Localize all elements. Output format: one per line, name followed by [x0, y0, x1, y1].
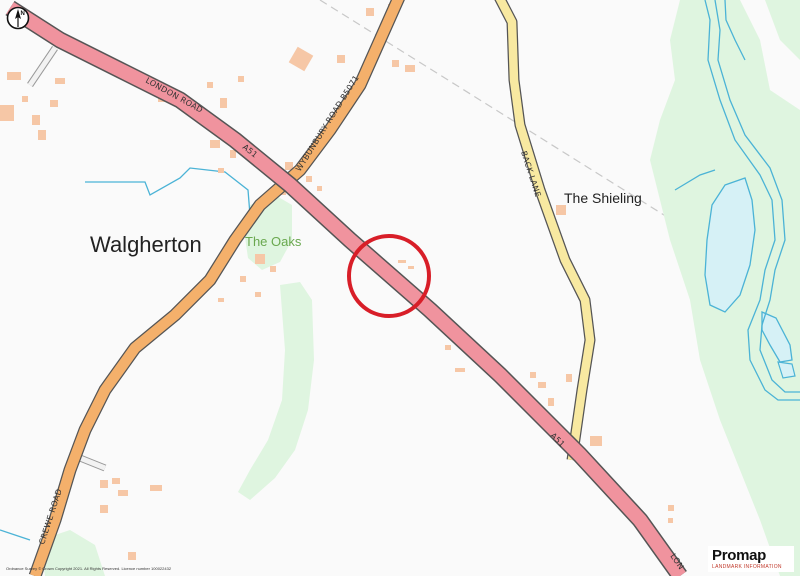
brand-name: Promap [712, 547, 767, 564]
building [38, 130, 46, 140]
building [538, 382, 546, 388]
brand-logo: Promap LANDMARK INFORMATION [708, 546, 794, 572]
north-arrow-icon: N [6, 6, 30, 30]
building [218, 168, 224, 173]
building [230, 150, 236, 158]
building [220, 98, 227, 108]
building [128, 552, 136, 560]
building [255, 254, 265, 264]
copyright-notice: Ordnance Survey © Crown Copyright 2021. … [6, 566, 172, 571]
building [445, 345, 451, 350]
building [366, 8, 374, 16]
building [50, 100, 58, 107]
building [392, 60, 399, 67]
building [100, 480, 108, 488]
building [22, 96, 28, 102]
place-label-walgherton: Walgherton [90, 232, 202, 257]
building [548, 398, 554, 406]
building [7, 72, 21, 80]
building [408, 266, 414, 269]
building [590, 436, 602, 446]
building [150, 485, 162, 491]
building [207, 82, 213, 88]
building [240, 276, 246, 282]
building [218, 298, 224, 302]
building [566, 374, 572, 382]
building [668, 505, 674, 511]
map-canvas[interactable]: LONDON ROAD A51 WYBUNBURY ROAD B5071 BAC… [0, 0, 800, 576]
brand-subtitle: LANDMARK INFORMATION [712, 564, 782, 570]
building [317, 186, 322, 191]
building [100, 505, 108, 513]
building [556, 205, 566, 215]
building [112, 478, 120, 484]
place-label-the-shieling: The Shieling [564, 190, 642, 206]
building [398, 260, 406, 263]
building [306, 176, 312, 182]
building [32, 115, 40, 125]
building [210, 140, 220, 148]
building [405, 65, 415, 72]
building [530, 372, 536, 378]
building [0, 105, 14, 121]
building [668, 518, 673, 523]
building [455, 368, 465, 372]
building [118, 490, 128, 496]
place-label-the-oaks: The Oaks [245, 234, 302, 249]
north-letter: N [21, 11, 25, 17]
building [55, 78, 65, 84]
building [255, 292, 261, 297]
building [238, 76, 244, 82]
building [270, 266, 276, 272]
building [337, 55, 345, 63]
